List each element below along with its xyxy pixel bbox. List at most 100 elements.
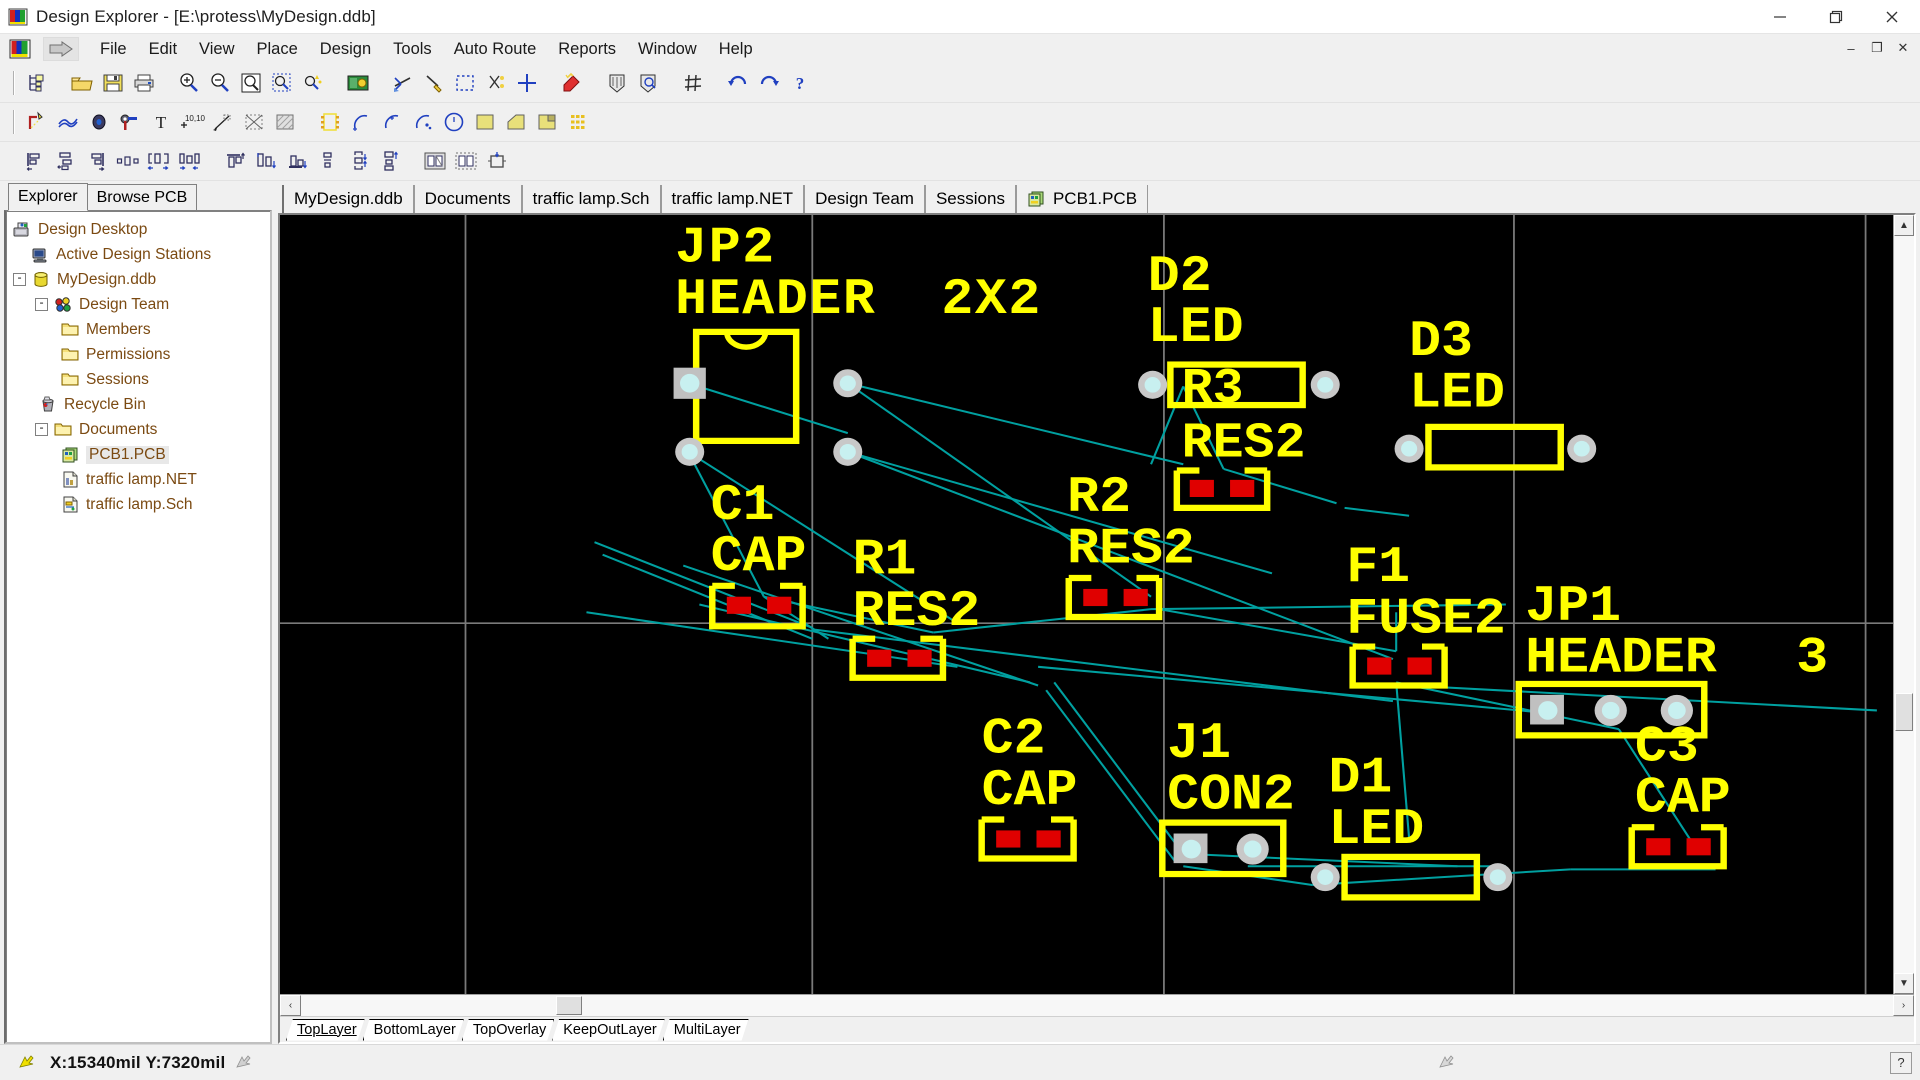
zoom-selected-icon[interactable] (267, 68, 297, 98)
layer-tab-topoverlay[interactable]: TopOverlay (462, 1019, 554, 1041)
tree-expander-mydesign[interactable]: - (13, 273, 26, 286)
doc-tab-documents[interactable]: Documents (414, 185, 522, 213)
zoom-area-icon[interactable] (236, 68, 266, 98)
place-string-icon[interactable]: T (146, 107, 176, 137)
tree-item-documents[interactable]: - Documents (9, 417, 267, 442)
interactive-route-icon[interactable] (22, 107, 52, 137)
tree-item-permissions[interactable]: Permissions (9, 342, 267, 367)
tree-expander-documents[interactable]: - (35, 423, 48, 436)
tree-item-design-desktop[interactable]: Design Desktop (9, 217, 267, 242)
undo-icon[interactable] (723, 68, 753, 98)
align-vertical-center-icon[interactable] (251, 146, 281, 176)
align-horizontal-center-icon[interactable] (51, 146, 81, 176)
zoom-last-icon[interactable] (298, 68, 328, 98)
menu-auto-route[interactable]: Auto Route (443, 36, 548, 62)
move-to-grid-icon[interactable] (451, 146, 481, 176)
open-folder-icon[interactable] (67, 68, 97, 98)
tree-item-sessions[interactable]: Sessions (9, 367, 267, 392)
toggle-grid-icon[interactable] (678, 68, 708, 98)
place-component-icon[interactable] (315, 107, 345, 137)
browse-components-icon[interactable] (343, 68, 373, 98)
tab-browse-pcb[interactable]: Browse PCB (87, 184, 198, 211)
place-polygon-icon[interactable] (470, 107, 500, 137)
align-left-icon[interactable] (20, 146, 50, 176)
place-arc-edge-icon[interactable] (377, 107, 407, 137)
menu-help[interactable]: Help (708, 36, 764, 62)
place-split-plane-icon[interactable] (501, 107, 531, 137)
place-room-icon[interactable] (532, 107, 562, 137)
explorer-tree-panel[interactable]: Design Desktop Active Design S (4, 210, 272, 1044)
doc-tab-traffic-lamp-sch[interactable]: traffic lamp.Sch (522, 185, 661, 213)
increase-vertical-spacing-icon[interactable] (344, 146, 374, 176)
tree-expander-design-team[interactable]: - (35, 298, 48, 311)
move-icon[interactable] (512, 68, 542, 98)
align-top-icon[interactable] (220, 146, 250, 176)
canvas-horizontal-scrollbar[interactable]: ‹ › (280, 994, 1914, 1016)
place-track-icon[interactable] (53, 107, 83, 137)
help-icon[interactable]: ? (785, 68, 815, 98)
zoom-out-icon[interactable] (205, 68, 235, 98)
layer-tab-toplayer[interactable]: TopLayer (286, 1019, 365, 1041)
doc-tab-mydesign-ddb[interactable]: MyDesign.ddb (282, 185, 414, 213)
mdi-close-button[interactable]: ✕ (1890, 37, 1916, 59)
clear-selection-icon[interactable] (481, 68, 511, 98)
pcb-canvas[interactable]: JP2 HEADER 2X2 (280, 215, 1893, 994)
doc-tab-pcb1-pcb[interactable]: PCB1.PCB (1016, 185, 1148, 213)
zoom-in-icon[interactable] (174, 68, 204, 98)
layer-tab-multilayer[interactable]: MultiLayer (663, 1019, 749, 1041)
doc-tab-design-team[interactable]: Design Team (804, 185, 925, 213)
mdi-minimize-button[interactable]: – (1838, 37, 1864, 59)
netlist-status-icon[interactable] (633, 68, 663, 98)
menu-window[interactable]: Window (627, 36, 708, 62)
canvas-vertical-scrollbar[interactable]: ▲ ▼ (1893, 215, 1914, 994)
save-icon[interactable] (98, 68, 128, 98)
place-keepout-icon[interactable] (239, 107, 269, 137)
horizontal-scroll-track[interactable] (301, 995, 1893, 1016)
place-dimension-icon[interactable] (208, 107, 238, 137)
decrease-vertical-spacing-icon[interactable] (375, 146, 405, 176)
place-arc-any-icon[interactable] (408, 107, 438, 137)
tree-item-design-team[interactable]: - Design Team (9, 292, 267, 317)
place-array-icon[interactable] (563, 107, 593, 137)
doc-tab-sessions[interactable]: Sessions (925, 185, 1016, 213)
place-full-circle-icon[interactable] (439, 107, 469, 137)
place-arc-center-icon[interactable] (346, 107, 376, 137)
menu-place[interactable]: Place (246, 36, 309, 62)
align-bottom-icon[interactable] (282, 146, 312, 176)
document-dropdown-icon[interactable] (43, 37, 79, 61)
layer-tab-keepoutlayer[interactable]: KeepOutLayer (552, 1019, 665, 1041)
vertical-scroll-thumb[interactable] (1895, 693, 1913, 731)
menu-reports[interactable]: Reports (547, 36, 627, 62)
place-pad-icon[interactable] (84, 107, 114, 137)
tree-item-mydesign-ddb[interactable]: - MyDesign.ddb (9, 267, 267, 292)
tree-item-pcb1-pcb[interactable]: PCB1.PCB (9, 442, 267, 467)
line-tool-icon[interactable] (419, 68, 449, 98)
window-close-button[interactable] (1864, 0, 1920, 33)
scroll-left-button[interactable]: ‹ (280, 995, 301, 1016)
mdi-restore-button[interactable]: ❐ (1864, 37, 1890, 59)
align-right-icon[interactable] (82, 146, 112, 176)
doc-tab-traffic-lamp-net[interactable]: traffic lamp.NET (661, 185, 805, 213)
application-icon[interactable] (9, 38, 31, 60)
menu-design[interactable]: Design (309, 36, 382, 62)
place-fill-icon[interactable] (270, 107, 300, 137)
scroll-up-button[interactable]: ▲ (1894, 215, 1914, 236)
tree-item-members[interactable]: Members (9, 317, 267, 342)
decrease-horizontal-spacing-icon[interactable] (175, 146, 205, 176)
tree-item-recycle-bin[interactable]: Recycle Bin (9, 392, 267, 417)
align-to-grid-icon[interactable] (482, 146, 512, 176)
select-area-icon[interactable] (450, 68, 480, 98)
space-equally-horizontal-icon[interactable] (113, 146, 143, 176)
tree-item-traffic-lamp-net[interactable]: traffic lamp.NET (9, 467, 267, 492)
window-minimize-button[interactable] (1752, 0, 1808, 33)
scroll-down-button[interactable]: ▼ (1894, 973, 1914, 994)
window-restore-button[interactable] (1808, 0, 1864, 33)
position-component-text-icon[interactable] (420, 146, 450, 176)
place-coordinate-icon[interactable]: 10,10 (177, 107, 207, 137)
menu-file[interactable]: File (89, 36, 138, 62)
menu-edit[interactable]: Edit (138, 36, 188, 62)
cut-track-icon[interactable] (388, 68, 418, 98)
increase-horizontal-spacing-icon[interactable] (144, 146, 174, 176)
document-tree-icon[interactable] (22, 68, 52, 98)
menu-view[interactable]: View (188, 36, 245, 62)
